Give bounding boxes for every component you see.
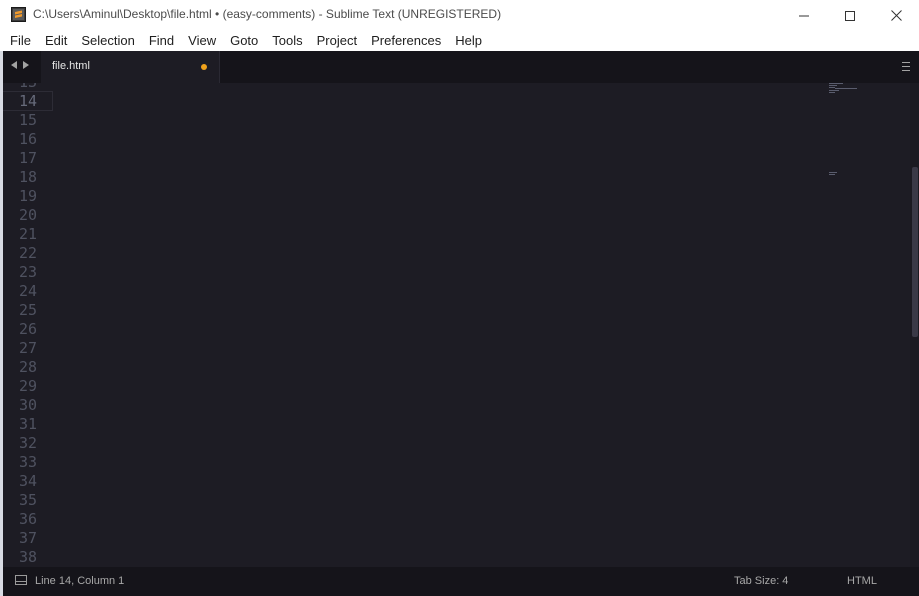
tab-size-selector[interactable]: Tab Size: 4 [734,575,788,587]
line-number: 29 [18,377,37,395]
line-number: 17 [18,149,37,167]
tab-next-icon[interactable] [23,61,29,69]
minimize-button[interactable] [781,0,827,31]
cursor-position: Line 14, Column 1 [35,575,125,587]
line-number-gutter: 13 14 15 16 17 18 19 20 21 22 23 24 25 2… [3,83,53,567]
line-number: 31 [18,415,37,433]
menu-selection[interactable]: Selection [74,31,141,51]
panel-toggle-icon[interactable] [15,575,27,585]
minimize-icon [799,15,809,16]
menu-view[interactable]: View [181,31,223,51]
menu-goto[interactable]: Goto [223,31,265,51]
line-number: 28 [18,358,37,376]
line-number: 38 [18,548,37,566]
line-number: 30 [18,396,37,414]
line-number: 27 [18,339,37,357]
tab-navigation [11,61,29,69]
line-number-current: 14 [18,92,37,110]
menu-bar: File Edit Selection Find View Goto Tools… [0,31,919,51]
minimap[interactable] [827,83,907,203]
tab-list-menu-icon[interactable] [902,62,910,71]
menu-help[interactable]: Help [448,31,489,51]
status-bar: Line 14, Column 1 Tab Size: 4 HTML [3,567,919,596]
modified-dot-icon[interactable] [201,64,207,70]
line-number: 21 [18,225,37,243]
line-number: 37 [18,529,37,547]
line-number: 16 [18,130,37,148]
close-button[interactable] [873,0,919,31]
line-number: 23 [18,263,37,281]
line-number: 24 [18,282,37,300]
menu-preferences[interactable]: Preferences [364,31,448,51]
line-number: 26 [18,320,37,338]
line-number: 20 [18,206,37,224]
line-number: 15 [18,111,37,129]
line-number: 33 [18,453,37,471]
menu-edit[interactable]: Edit [38,31,74,51]
menu-file[interactable]: File [0,31,38,51]
line-number: 34 [18,472,37,490]
sublime-app-icon [11,7,26,22]
close-icon [890,10,902,21]
line-number: 13 [3,83,37,92]
menu-project[interactable]: Project [310,31,364,51]
menu-find[interactable]: Find [142,31,181,51]
tab-prev-icon[interactable] [11,61,17,69]
maximize-icon [845,10,855,21]
maximize-button[interactable] [827,0,873,31]
menu-tools[interactable]: Tools [265,31,309,51]
tab-label: file.html [52,60,90,72]
scrollbar-thumb[interactable] [912,167,918,337]
syntax-selector[interactable]: HTML [847,575,877,587]
line-number: 18 [18,168,37,186]
tab-file-html[interactable]: file.html [41,51,220,83]
line-number: 36 [18,510,37,528]
line-number: 32 [18,434,37,452]
window-title: C:\Users\Aminul\Desktop\file.html • (eas… [33,7,502,21]
line-number: 22 [18,244,37,262]
title-bar: C:\Users\Aminul\Desktop\file.html • (eas… [0,0,919,31]
line-number: 19 [18,187,37,205]
tab-bar: file.html [3,51,919,83]
line-number: 25 [18,301,37,319]
sublime-window: C:\Users\Aminul\Desktop\file.html • (eas… [0,0,919,596]
line-number: 35 [18,491,37,509]
vertical-scrollbar[interactable] [910,83,919,567]
editor-area[interactable]: 13 14 15 16 17 18 19 20 21 22 23 24 25 2… [3,83,919,567]
